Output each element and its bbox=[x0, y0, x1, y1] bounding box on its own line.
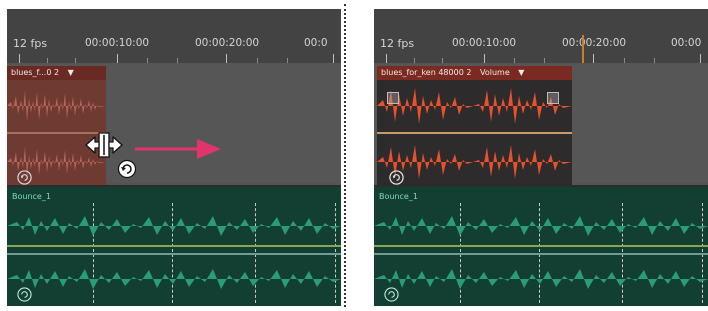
fps-label: 12 fps bbox=[13, 37, 48, 50]
track-name: Bounce_1 bbox=[12, 192, 51, 201]
timecode-label: 00:0 bbox=[304, 37, 328, 49]
timecode-label: 00:00:10:00 bbox=[452, 37, 517, 49]
timecode-label: 00:00:20:00 bbox=[562, 37, 627, 49]
waveform-channel-1 bbox=[377, 88, 572, 124]
loop-icon[interactable] bbox=[384, 287, 399, 302]
waveform-channel-2 bbox=[374, 269, 708, 289]
clip-param-label[interactable]: Volume bbox=[480, 68, 510, 77]
timecode-label: 00:00:10:00 bbox=[85, 37, 150, 49]
clip-menu-arrow-icon[interactable]: ▼ bbox=[518, 68, 524, 77]
waveform-channel-2 bbox=[7, 269, 341, 289]
ruler-tick bbox=[19, 54, 20, 63]
loop-icon[interactable] bbox=[389, 170, 404, 185]
clip-header[interactable]: blues_f...0 2 ▼ bbox=[7, 66, 106, 80]
ruler-tick bbox=[117, 54, 118, 63]
right-editor-panel: 12 fps 00:00:10:00 00:00:20:00 00:00 blu… bbox=[374, 9, 708, 306]
panel-divider bbox=[344, 4, 346, 307]
volume-line[interactable] bbox=[374, 245, 708, 247]
right-arrow-icon bbox=[135, 139, 221, 159]
waveform-channel-1 bbox=[7, 216, 341, 236]
ruler-tick bbox=[484, 54, 485, 63]
volume-line[interactable] bbox=[377, 132, 572, 134]
ruler-tick bbox=[593, 54, 594, 63]
timeline-ruler[interactable]: 12 fps 00:00:10:00 00:00:20:00 00:00 bbox=[374, 9, 708, 63]
timecode-label: 00:00 bbox=[671, 37, 702, 49]
bounce-track[interactable]: Bounce_1 bbox=[7, 185, 341, 306]
waveform-channel-2 bbox=[377, 145, 572, 179]
loop-cursor-icon bbox=[117, 159, 137, 179]
track-name: Bounce_1 bbox=[379, 192, 418, 201]
fade-out-handle[interactable] bbox=[547, 92, 559, 104]
timeline-ruler[interactable]: 12 fps 00:00:10:00 00:00:20:00 00:0 bbox=[7, 9, 341, 63]
horizontal-resize-cursor-icon bbox=[85, 132, 123, 158]
loop-icon[interactable] bbox=[17, 287, 32, 302]
audio-clip-orange[interactable]: blues_for_ken 48000 2 Volume ▼ bbox=[377, 66, 572, 188]
ruler-tick bbox=[226, 54, 227, 63]
bounce-track[interactable]: Bounce_1 bbox=[374, 185, 708, 306]
fps-label: 12 fps bbox=[380, 37, 415, 50]
waveform-channel-1 bbox=[7, 90, 106, 122]
ruler-tick bbox=[386, 54, 387, 63]
channel-divider bbox=[374, 253, 708, 255]
playhead-marker[interactable] bbox=[582, 35, 584, 63]
ruler-tick bbox=[333, 54, 334, 63]
fade-in-handle[interactable] bbox=[387, 92, 399, 104]
volume-line[interactable] bbox=[7, 245, 341, 247]
timecode-label: 00:00:20:00 bbox=[195, 37, 260, 49]
left-editor-panel: 12 fps 00:00:10:00 00:00:20:00 00:0 blue… bbox=[7, 9, 341, 306]
clip-title: blues_f...0 2 bbox=[11, 68, 60, 77]
ruler-tick bbox=[700, 54, 701, 63]
clip-header[interactable]: blues_for_ken 48000 2 Volume ▼ bbox=[377, 66, 572, 80]
audio-clip-orange[interactable]: blues_f...0 2 ▼ bbox=[7, 66, 106, 188]
waveform-channel-1 bbox=[374, 216, 708, 236]
loop-icon[interactable] bbox=[17, 170, 32, 185]
channel-divider bbox=[7, 253, 341, 255]
clip-menu-arrow-icon[interactable]: ▼ bbox=[68, 68, 74, 77]
clip-title: blues_for_ken 48000 2 bbox=[381, 68, 472, 77]
